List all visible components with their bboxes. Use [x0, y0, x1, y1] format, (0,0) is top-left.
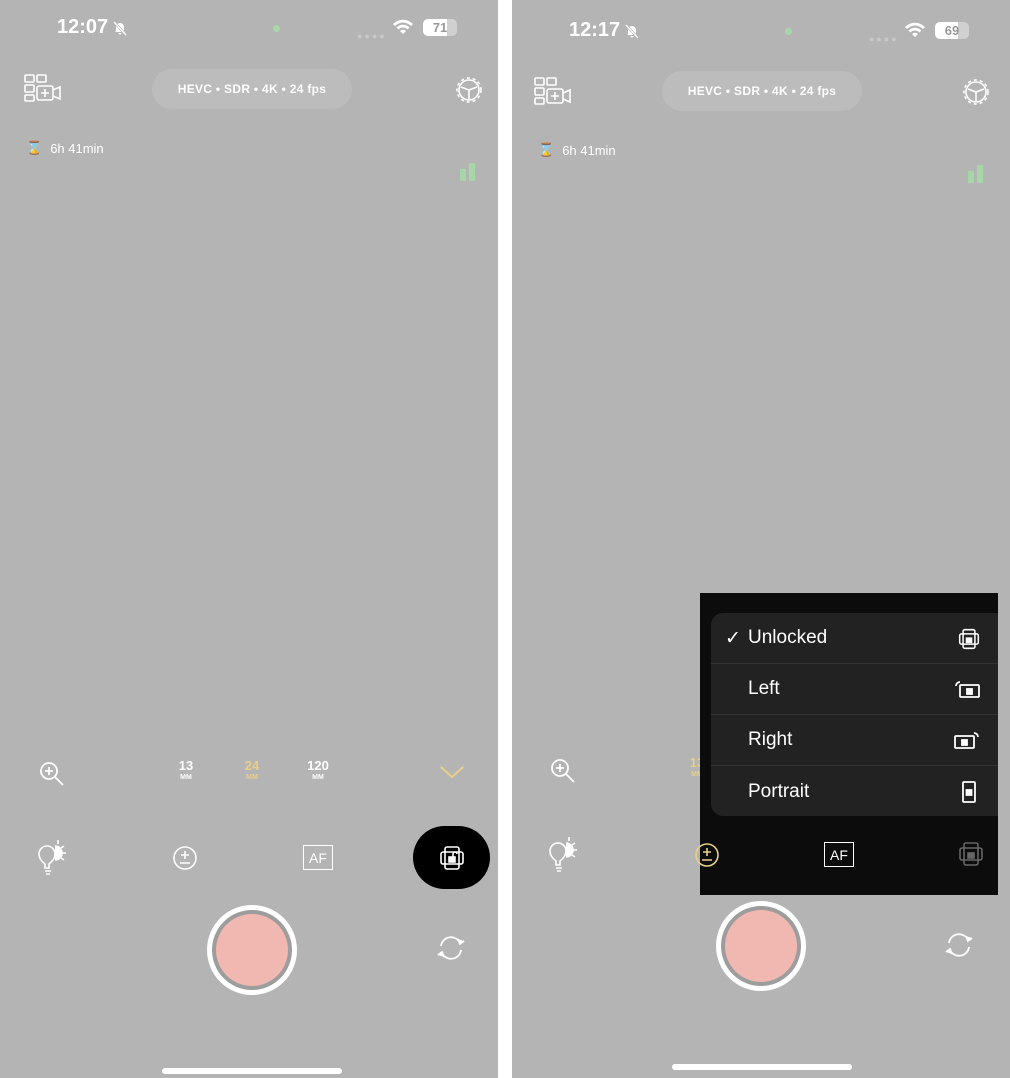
- exposure-compensation-icon[interactable]: [694, 842, 720, 868]
- menu-item-left[interactable]: Left: [711, 664, 998, 715]
- bell-slash-icon: [113, 20, 128, 36]
- af-label: AF: [830, 846, 848, 863]
- audio-level-icon: [968, 165, 983, 183]
- recording-time-remaining: ⌛ 6h 41min: [26, 140, 104, 156]
- orientation-menu-overlay: ✓ Unlocked Left Right Portrait AF: [695, 593, 998, 895]
- camera-screen-left: 12:07 ●●●● 71 HEVC • SDR • 4K • 24 fps ⌛…: [0, 0, 498, 1078]
- lens-value: 13: [178, 758, 194, 773]
- switch-camera-icon[interactable]: [944, 930, 974, 960]
- menu-item-portrait[interactable]: Portrait: [711, 766, 998, 817]
- wifi-icon: [905, 22, 925, 37]
- rotate-right-icon: [954, 732, 979, 749]
- recording-time-remaining: ⌛ 6h 41min: [538, 142, 616, 158]
- menu-item-label: Unlocked: [748, 627, 828, 648]
- menu-item-label: Left: [748, 678, 780, 699]
- lens-120mm[interactable]: 120 MM: [303, 758, 333, 784]
- lens-13mm[interactable]: 13 MM: [171, 758, 201, 784]
- lens-value: 24: [244, 758, 260, 773]
- orientation-lock-button[interactable]: [958, 841, 984, 867]
- switch-camera-icon[interactable]: [436, 933, 466, 963]
- audio-level-icon: [460, 163, 475, 181]
- settings-gear-icon[interactable]: [455, 76, 483, 104]
- menu-item-label: Portrait: [748, 780, 810, 802]
- bell-slash-icon: [625, 23, 640, 39]
- rotation-unlocked-icon: [439, 845, 464, 870]
- battery-level: 71: [432, 20, 448, 35]
- zoom-magnifier-icon[interactable]: [38, 760, 66, 788]
- settings-gear-icon[interactable]: [962, 78, 990, 106]
- time-text: 12:07: [57, 16, 109, 38]
- menu-item-unlocked[interactable]: ✓ Unlocked: [711, 613, 998, 664]
- battery-indicator: 69: [935, 22, 969, 39]
- lens-value: 120: [307, 758, 329, 773]
- multicam-add-icon[interactable]: [24, 74, 62, 102]
- chevron-down-icon[interactable]: [439, 764, 465, 780]
- status-time: 12:17: [569, 19, 640, 42]
- white-balance-bulb-icon[interactable]: [36, 838, 68, 876]
- camera-screen-right: 12:17 ●●●● 69 HEVC • SDR • 4K • 24 fps ⌛…: [512, 0, 1010, 1078]
- cellular-signal-icon: ●●●●: [357, 31, 387, 41]
- lens-unit: MM: [180, 774, 192, 781]
- lens-unit: MM: [312, 774, 324, 781]
- rotate-left-icon: [955, 681, 980, 698]
- remaining-text: 6h 41min: [562, 142, 616, 158]
- rotation-unlocked-icon: [958, 628, 980, 650]
- checkmark-icon: ✓: [725, 627, 741, 649]
- exposure-compensation-icon[interactable]: [172, 845, 198, 871]
- zoom-magnifier-icon[interactable]: [549, 757, 577, 785]
- menu-item-label: Right: [748, 729, 793, 750]
- lens-unit: MM: [246, 774, 258, 781]
- battery-indicator: 71: [423, 19, 457, 36]
- home-indicator[interactable]: [162, 1068, 342, 1074]
- lens-24mm[interactable]: 24 MM: [237, 758, 267, 784]
- orientation-menu: ✓ Unlocked Left Right Portrait: [711, 613, 998, 816]
- wifi-icon: [393, 19, 413, 34]
- autofocus-button[interactable]: AF: [303, 845, 333, 870]
- white-balance-bulb-icon[interactable]: [547, 835, 579, 873]
- status-time: 12:07: [57, 16, 128, 39]
- cellular-signal-icon: ●●●●: [869, 34, 899, 44]
- orientation-lock-button[interactable]: [413, 826, 490, 889]
- camera-in-use-dot: [785, 28, 792, 35]
- portrait-lock-icon: [962, 781, 976, 803]
- record-button[interactable]: [716, 901, 806, 991]
- camera-in-use-dot: [273, 25, 280, 32]
- format-selector-button[interactable]: HEVC • SDR • 4K • 24 fps: [152, 69, 352, 109]
- hourglass-icon: ⌛: [538, 142, 555, 157]
- format-selector-button[interactable]: HEVC • SDR • 4K • 24 fps: [662, 71, 862, 111]
- hourglass-icon: ⌛: [26, 140, 43, 155]
- af-label: AF: [309, 849, 327, 866]
- time-text: 12:17: [569, 19, 621, 41]
- menu-item-right[interactable]: Right: [711, 715, 998, 766]
- record-button[interactable]: [207, 905, 297, 995]
- autofocus-button[interactable]: AF: [824, 842, 854, 867]
- battery-level: 69: [944, 23, 960, 38]
- remaining-text: 6h 41min: [50, 140, 104, 156]
- home-indicator[interactable]: [672, 1064, 852, 1070]
- multicam-add-icon[interactable]: [534, 77, 572, 105]
